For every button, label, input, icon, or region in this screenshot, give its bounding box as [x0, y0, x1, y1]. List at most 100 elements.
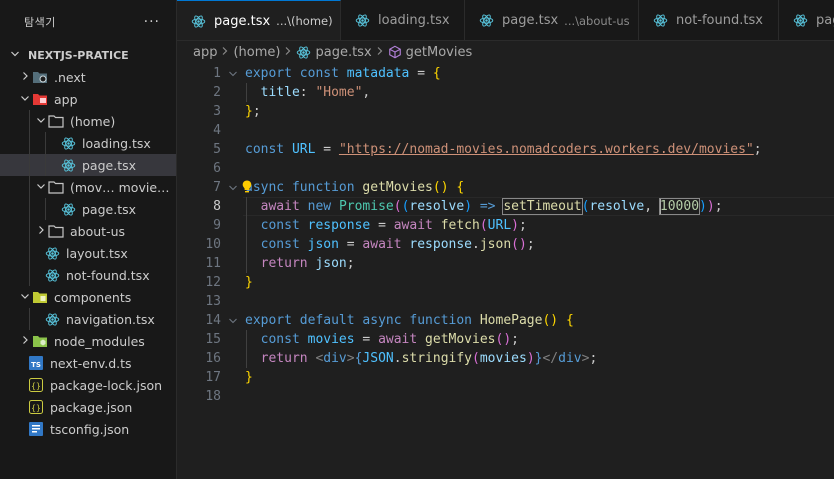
react-icon — [60, 157, 76, 173]
code-content: return json; — [245, 254, 834, 273]
code-line[interactable]: 13 — [177, 292, 834, 311]
tree-folder-home[interactable]: (home) — [0, 110, 176, 132]
code-line[interactable]: 18 — [177, 387, 834, 406]
tab-page-tsx-2[interactable]: page.tsx ...\about-us — [465, 0, 639, 40]
tree-file-next-env-d-ts[interactable]: TS next-env.d.ts — [0, 352, 176, 374]
chevron-down-icon — [18, 291, 32, 304]
code-line[interactable]: 2 title: "Home", — [177, 83, 834, 102]
line-number: 10 — [205, 237, 221, 252]
tab-loading-tsx-1[interactable]: loading.tsx — [341, 0, 465, 40]
indent-guide — [29, 220, 30, 242]
react-icon — [653, 13, 668, 28]
tree-file-not-found-tsx[interactable]: not-found.tsx — [0, 264, 176, 286]
tree-folder-about-us[interactable]: about-us — [0, 220, 176, 242]
tree-file-layout-tsx[interactable]: layout.tsx — [0, 242, 176, 264]
tree-folder-components[interactable]: components — [0, 286, 176, 308]
breadcrumb-item-3[interactable]: getMovies — [388, 45, 472, 60]
tree-file-page-tsx[interactable]: page.tsx — [0, 154, 176, 176]
tab-label: page.tsx — [502, 13, 559, 28]
fold-chevron-icon[interactable] — [221, 311, 245, 330]
code-content: export default async function HomePage()… — [245, 311, 834, 330]
code-line[interactable]: 8 await new Promise((resolve) => setTime… — [177, 197, 834, 216]
code-line[interactable]: 1 export const matadata = { — [177, 64, 834, 83]
code-token: URL — [487, 218, 512, 233]
indent-guide — [246, 197, 247, 216]
code-line[interactable]: 12} — [177, 273, 834, 292]
tab-not-found-tsx-3[interactable]: not-found.tsx — [639, 0, 779, 40]
lightbulb-icon[interactable] — [242, 180, 252, 194]
tree-file-page-tsx[interactable]: page.tsx — [0, 198, 176, 220]
next-folder-icon — [32, 69, 48, 85]
fold-chevron-icon[interactable] — [221, 64, 245, 83]
tree-folder-movies[interactable]: (movies)movies\[id] — [0, 176, 176, 198]
indent-guide — [29, 242, 30, 264]
tree-folder-node-modules[interactable]: node_modules — [0, 330, 176, 352]
chevron-right-icon — [34, 225, 48, 238]
tree-file-package-json[interactable]: {} package.json — [0, 396, 176, 418]
code-line[interactable]: 10 const json = await response.json(); — [177, 235, 834, 254]
code-line[interactable]: 4 — [177, 121, 834, 140]
code-token: () — [495, 332, 512, 347]
tree-folder-app[interactable]: app — [0, 88, 176, 110]
code-content: export const matadata = { — [245, 64, 834, 83]
line-number: 9 — [213, 218, 221, 233]
breadcrumb-item-2[interactable]: page.tsx — [296, 45, 372, 60]
tree-file-tsconfig-json[interactable]: tsconfig.json — [0, 418, 176, 440]
code-content: const movies = await getMovies(); — [245, 330, 834, 349]
ts-icon: TS — [28, 355, 44, 371]
code-line[interactable]: 3}; — [177, 102, 834, 121]
project-root[interactable]: NEXTJS-PRATICE — [0, 44, 176, 66]
code-line[interactable]: 11 return json; — [177, 254, 834, 273]
code-token: resolve — [409, 199, 465, 214]
more-actions-icon[interactable]: ··· — [144, 14, 160, 30]
line-number: 11 — [205, 256, 221, 271]
code-editor[interactable]: 1 export const matadata = {2 title: "Home… — [177, 64, 834, 479]
code-line[interactable]: 5 const URL = "https://nomad-movies.nomad… — [177, 140, 834, 159]
code-token: return — [260, 351, 308, 366]
code-line[interactable]: 7 async function getMovies() { — [177, 178, 834, 197]
code-token: response — [409, 237, 473, 252]
code-line[interactable]: 16 return <div>{JSON.stringify(movies)}<… — [177, 349, 834, 368]
code-line[interactable]: 17} — [177, 368, 834, 387]
code-token: } — [245, 275, 253, 290]
code-token: return — [260, 256, 308, 271]
code-token: "Home" — [315, 85, 363, 100]
tree-file-package-lock-json[interactable]: {} package-lock.json — [0, 374, 176, 396]
tab-page-4[interactable]: page — [779, 0, 834, 40]
code-token: ; — [526, 237, 535, 252]
tree-file-navigation-tsx[interactable]: navigation.tsx — [0, 308, 176, 330]
tree-item-label: components — [54, 289, 132, 305]
tab-page-tsx-0[interactable]: page.tsx ...\(home) — [177, 0, 341, 40]
code-line[interactable]: 14 export default async function HomePage… — [177, 311, 834, 330]
code-token: await — [362, 237, 402, 252]
breadcrumb-item-0[interactable]: app — [193, 45, 217, 60]
code-token: ; — [511, 332, 519, 347]
code-line[interactable]: 9 const response = await fetch(URL); — [177, 216, 834, 235]
code-line[interactable]: 6 — [177, 159, 834, 178]
tree-folder-next[interactable]: .next — [0, 66, 176, 88]
line-number: 16 — [205, 351, 221, 366]
code-token: export — [245, 313, 292, 328]
tab-label: page — [816, 13, 834, 28]
tree-item-label: app — [54, 91, 78, 107]
code-token: const — [245, 142, 285, 157]
tree-file-loading-tsx[interactable]: loading.tsx — [0, 132, 176, 154]
code-token: ; — [753, 142, 762, 157]
tab-label: loading.tsx — [378, 13, 450, 28]
tree-item-label: page.tsx — [82, 201, 137, 217]
editor-tabs: page.tsx ...\(home) loading.tsx page.tsx...… — [177, 0, 834, 41]
folder-icon — [48, 179, 64, 195]
code-token: , — [644, 199, 660, 214]
code-line[interactable]: 15 const movies = await getMovies(); — [177, 330, 834, 349]
code-token: , — [362, 85, 371, 100]
breadcrumb-item-1[interactable]: (home) — [233, 45, 280, 60]
